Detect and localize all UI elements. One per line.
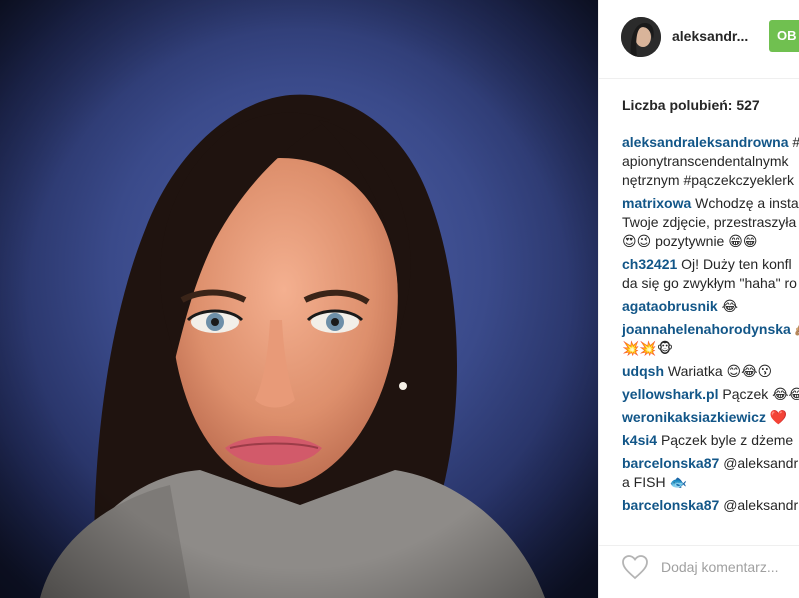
comment-username[interactable]: joannahelenahorodynska <box>622 321 791 337</box>
comment-item: k4si4 Pączek byle z dżeme <box>622 431 799 450</box>
comments-list: aleksandraleksandrowna #apionytranscende… <box>622 133 799 519</box>
comment-username[interactable]: ch32421 <box>622 256 677 272</box>
post-header: aleksandr... OB <box>599 0 799 79</box>
comment-username[interactable]: barcelonska87 <box>622 497 719 513</box>
comment-username[interactable]: yellowshark.pl <box>622 386 718 402</box>
comment-text: @aleksandr <box>723 455 799 471</box>
comment-text: nętrznym #pączekczyeklerk <box>622 172 794 188</box>
post-photo[interactable] <box>0 0 598 598</box>
comment-text: @aleksandr <box>723 497 799 513</box>
comment-item: ch32421 Oj! Duży ten konfl da się go zwyk… <box>622 255 799 293</box>
comment-item: joannahelenahorodynska 🙈 💥💥🐵 <box>622 320 799 358</box>
comment-text: Wariatka 😊😂😗 <box>667 363 773 379</box>
comment-username[interactable]: aleksandraleksandrowna <box>622 134 789 150</box>
comment-text: 🙈 <box>795 321 799 337</box>
comment-item: udqsh Wariatka 😊😂😗 <box>622 362 799 381</box>
comment-username[interactable]: agataobrusnik <box>622 298 718 314</box>
likes-count[interactable]: Liczba polubień: 527 <box>622 97 760 113</box>
heart-outline-icon <box>622 555 648 580</box>
comment-item: matrixowa Wchodzę a insta Twoje zdjęcie, … <box>622 194 799 251</box>
comment-text: ❤️ <box>769 409 788 425</box>
comment-text: Wchodzę a insta <box>695 195 799 211</box>
avatar-image <box>621 17 661 57</box>
comment-text: 😂 <box>721 298 738 314</box>
comment-text: Oj! Duży ten konfl <box>681 256 792 272</box>
post-author-username[interactable]: aleksandr... <box>672 28 748 44</box>
comment-username[interactable]: barcelonska87 <box>622 455 719 471</box>
comment-item: barcelonska87 @aleksandr <box>622 496 799 515</box>
like-button[interactable] <box>621 554 649 580</box>
follow-button[interactable]: OB <box>769 20 799 52</box>
comment-item: weronikaksiazkiewicz ❤️ <box>622 408 799 427</box>
comment-item: barcelonska87 @aleksandr a FISH 🐟 <box>622 454 799 492</box>
comment-text: a FISH 🐟 <box>622 474 687 490</box>
post-footer: Dodaj komentarz... <box>599 545 799 598</box>
comment-username[interactable]: matrixowa <box>622 195 691 211</box>
avatar[interactable] <box>621 17 661 57</box>
comment-text: 💥💥🐵 <box>622 340 674 356</box>
selfie-image <box>0 0 598 598</box>
comment-item: aleksandraleksandrowna #apionytranscende… <box>622 133 799 190</box>
comment-text: da się go zwykłym "haha" ro <box>622 275 797 291</box>
comment-text: Pączek byle z dżeme <box>660 432 794 448</box>
comment-item: agataobrusnik 😂 <box>622 297 799 316</box>
comment-text: 😍😉 pozytywnie 😁😁 <box>622 233 758 249</box>
comment-username[interactable]: udqsh <box>622 363 664 379</box>
comment-text: # <box>792 134 799 150</box>
comment-username[interactable]: weronikaksiazkiewicz <box>622 409 766 425</box>
comment-item: yellowshark.pl Pączek 😂😂 <box>622 385 799 404</box>
comment-username[interactable]: k4si4 <box>622 432 657 448</box>
post-sidebar: aleksandr... OB Liczba polubień: 527 ale… <box>598 0 799 598</box>
comment-text: Pączek 😂😂 <box>722 386 799 402</box>
comment-text: Twoje zdjęcie, przestraszyła <box>622 214 797 230</box>
comment-text: apionytranscendentalnymk <box>622 153 789 169</box>
add-comment-input[interactable]: Dodaj komentarz... <box>661 559 779 575</box>
